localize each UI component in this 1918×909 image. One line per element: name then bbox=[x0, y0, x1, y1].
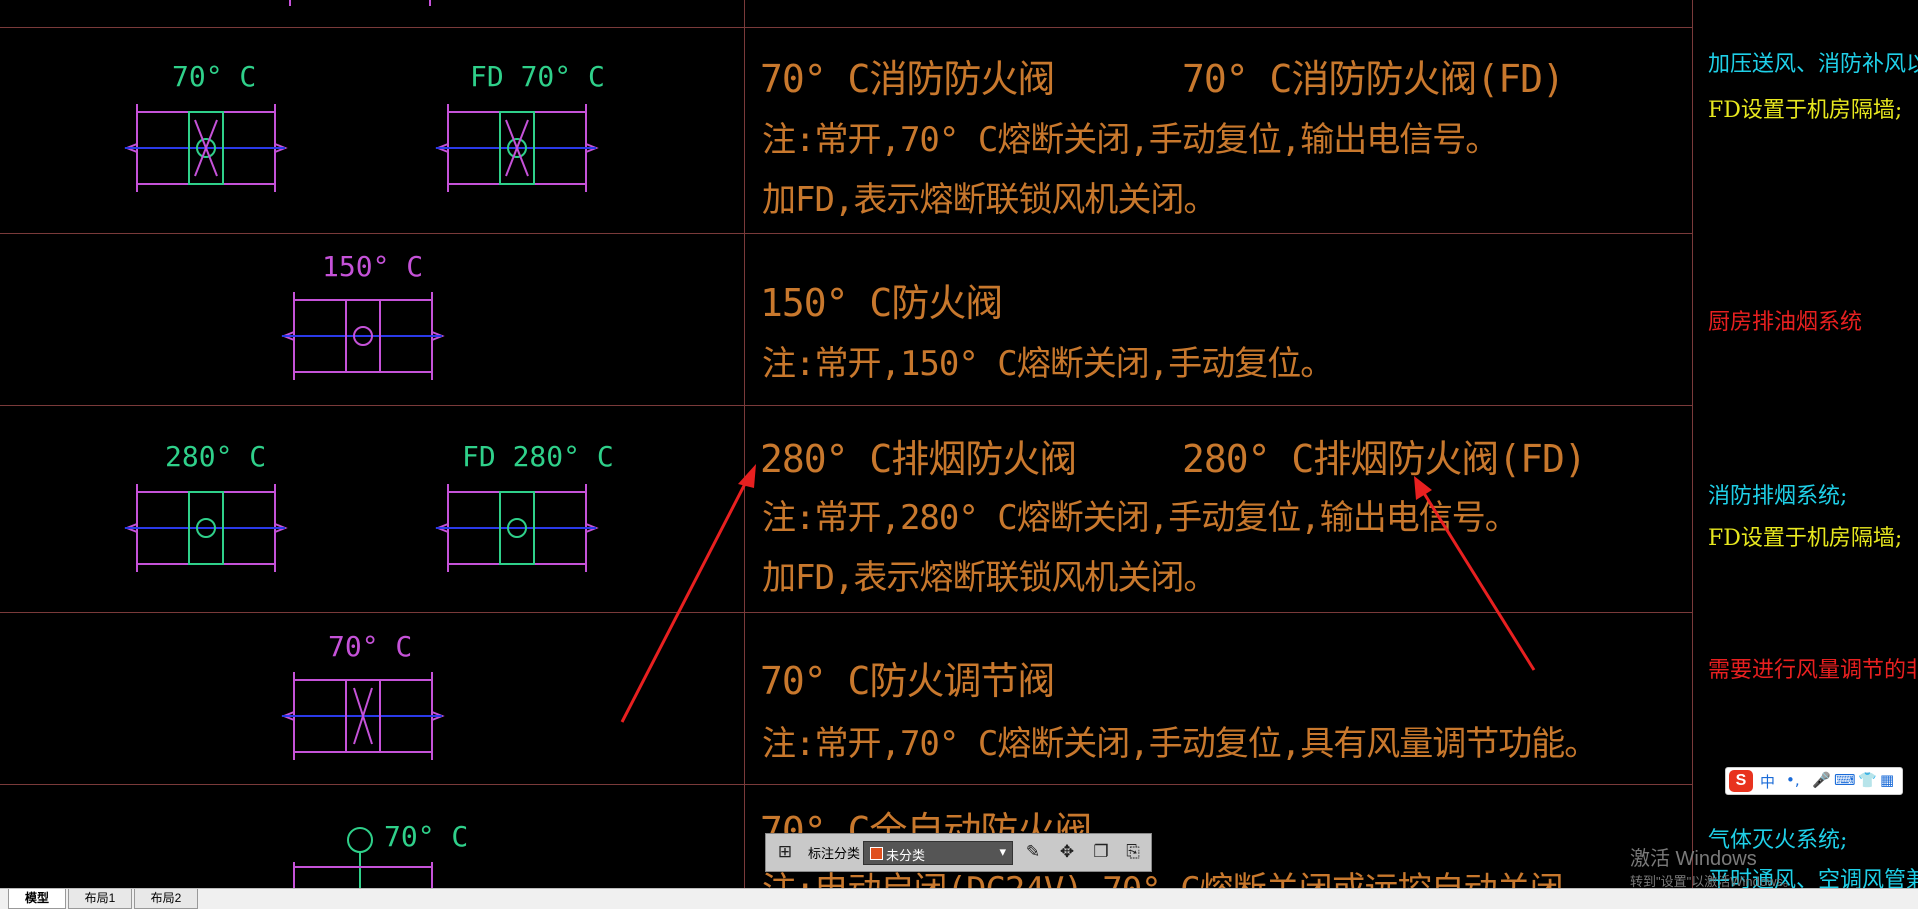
fire-damper-70-symbol bbox=[124, 104, 288, 192]
row-border bbox=[0, 405, 1692, 406]
row2-symbol-label: 150° C bbox=[322, 250, 424, 283]
side-note: FD设置于机房隔墙; bbox=[1708, 526, 1903, 551]
row4-symbol-label: 70° C bbox=[328, 630, 413, 663]
row2-title[interactable]: 150° C防火阀 bbox=[760, 272, 1003, 327]
skin-icon[interactable]: 👕 bbox=[1858, 771, 1877, 789]
smoke-damper-280-symbol bbox=[124, 484, 288, 572]
previous-row-symbol-stub bbox=[289, 0, 431, 6]
chevron-down-icon[interactable]: ▾ bbox=[999, 844, 1006, 860]
row-border bbox=[0, 27, 1692, 28]
table-divider-left bbox=[744, 0, 745, 888]
cad-drawing-canvas[interactable]: 70° C FD 70° C 70° C消防防火阀 70° C消防防火阀(FD)… bbox=[0, 0, 1918, 888]
paste-icon[interactable]: ⎘ bbox=[1122, 841, 1144, 863]
tab-model[interactable]: 模型 bbox=[8, 889, 66, 909]
ime-toolbar[interactable]: S 中 •, 🎤 ⌨ 👕 ▦ bbox=[1725, 767, 1903, 795]
annotation-category-select[interactable]: 未分类 ▾ bbox=[863, 841, 1013, 865]
annotation-category-toolbar[interactable]: ⊞ 标注分类 未分类 ▾ ✎ ✥ ❐ ⎘ bbox=[765, 833, 1152, 872]
microphone-icon[interactable]: 🎤 bbox=[1812, 771, 1831, 789]
ime-language-toggle[interactable]: 中 bbox=[1760, 771, 1775, 792]
row3-symbol-left-label: 280° C bbox=[165, 440, 267, 473]
watermark-line-1: 激活 Windows bbox=[1630, 848, 1757, 870]
edit-icon[interactable]: ✎ bbox=[1022, 841, 1044, 863]
row1-symbol-right-label: FD 70° C bbox=[470, 60, 605, 93]
layout-tab-bar: 模型 布局1 布局2 bbox=[0, 888, 1918, 909]
row3-symbol-right-label: FD 280° C bbox=[462, 440, 614, 473]
side-note: 消防排烟系统; bbox=[1708, 484, 1848, 509]
row1-symbol-left-label: 70° C bbox=[172, 60, 257, 93]
side-note: 厨房排油烟系统 bbox=[1708, 310, 1863, 335]
fire-damper-70-fd-symbol bbox=[435, 104, 599, 192]
toolbox-icon[interactable]: ▦ bbox=[1880, 771, 1894, 789]
row3-note-2[interactable]: 加FD,表示熔断联锁风机关闭。 bbox=[762, 550, 1217, 599]
side-note: 加压送风、消防补风以及平时送风兼 bbox=[1708, 52, 1918, 77]
move-icon[interactable]: ✥ bbox=[1056, 841, 1078, 863]
tab-layout1[interactable]: 布局1 bbox=[68, 889, 132, 909]
activate-windows-watermark: 激活 Windows 转到"设置"以激活Windows。 bbox=[1630, 842, 1796, 888]
sogou-logo-icon[interactable]: S bbox=[1729, 770, 1753, 792]
category-selected-value: 未分类 bbox=[886, 848, 926, 863]
category-color-swatch bbox=[870, 847, 883, 860]
row1-note-1[interactable]: 注:常开,70° C熔断关闭,手动复位,输出电信号。 bbox=[762, 112, 1499, 161]
row1-note-2[interactable]: 加FD,表示熔断联锁风机关闭。 bbox=[762, 172, 1217, 221]
row5-symbol-label: 70° C bbox=[384, 820, 469, 853]
side-note: 需要进行风量调节的非消防通风、空 bbox=[1708, 658, 1918, 683]
table-divider-right bbox=[1692, 0, 1693, 888]
red-arrow-annotation bbox=[620, 464, 756, 723]
smoke-damper-280-fd-symbol bbox=[435, 484, 599, 572]
copy-icon[interactable]: ❐ bbox=[1090, 841, 1112, 863]
row1-title-right[interactable]: 70° C消防防火阀(FD) bbox=[1182, 48, 1565, 103]
keyboard-icon[interactable]: ⌨ bbox=[1834, 771, 1856, 789]
annotation-category-label: 标注分类 bbox=[808, 846, 861, 861]
row-border bbox=[0, 233, 1692, 234]
fire-damper-150-symbol bbox=[281, 292, 445, 380]
side-note: FD设置于机房隔墙; bbox=[1708, 98, 1903, 123]
watermark-line-2: 转到"设置"以激活Windows。 bbox=[1630, 874, 1796, 888]
tab-layout2[interactable]: 布局2 bbox=[134, 889, 198, 909]
red-arrow-annotation bbox=[1414, 476, 1536, 671]
fire-regulating-damper-70-symbol bbox=[281, 672, 445, 760]
row3-title-left[interactable]: 280° C排烟防火阀 bbox=[760, 428, 1077, 483]
row1-title-left[interactable]: 70° C消防防火阀 bbox=[760, 48, 1055, 103]
row4-title[interactable]: 70° C防火调节阀 bbox=[760, 650, 1055, 705]
ime-punctuation-toggle[interactable]: •, bbox=[1786, 771, 1800, 789]
row4-note-1[interactable]: 注:常开,70° C熔断关闭,手动复位,具有风量调节功能。 bbox=[762, 716, 1598, 765]
row-border bbox=[0, 784, 1692, 785]
row2-note-1[interactable]: 注:常开,150° C熔断关闭,手动复位。 bbox=[762, 336, 1334, 385]
grid-icon[interactable]: ⊞ bbox=[774, 841, 796, 863]
